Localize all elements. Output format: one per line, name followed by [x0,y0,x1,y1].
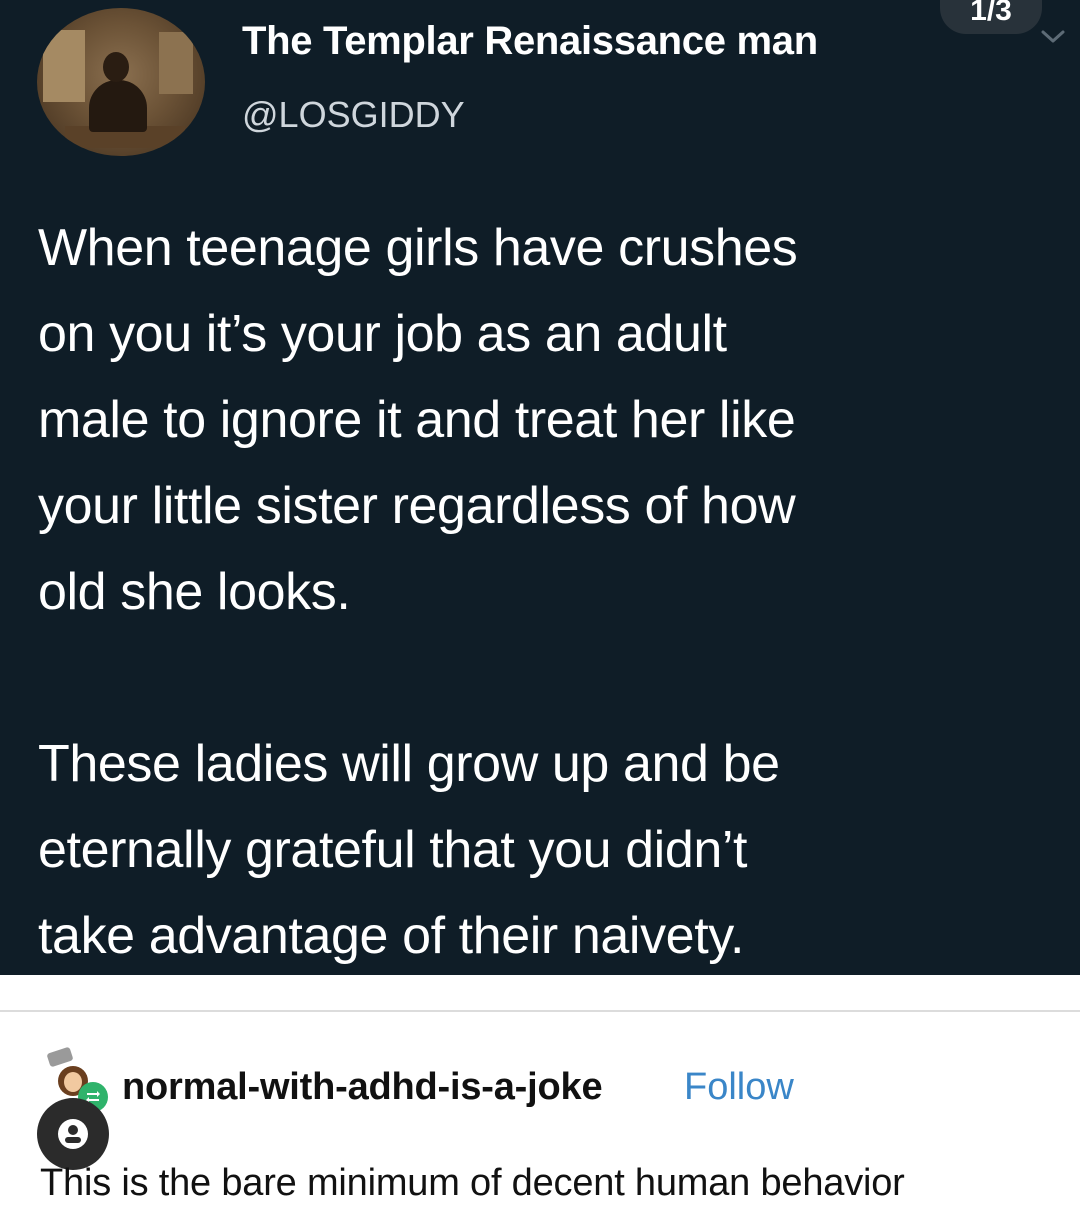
reply-username[interactable]: normal-with-adhd-is-a-joke [122,1064,603,1110]
tweet-paragraph-1: When teenage girls have crushes on you i… [38,219,798,621]
follow-button[interactable]: Follow [684,1064,794,1110]
avatar-background-left [43,30,85,102]
tweet-author-avatar[interactable] [37,8,205,156]
avatar-hat [46,1046,74,1068]
avatar-person-body [89,80,147,132]
tweet-card: The Templar Renaissance man @LOSGIDDY 1/… [0,0,1080,975]
tweet-display-name[interactable]: The Templar Renaissance man [242,16,818,66]
tweet-body: When teenage girls have crushes on you i… [38,205,1068,975]
tweet-paragraph-2: These ladies will grow up and be eternal… [38,735,780,965]
chevron-down-icon[interactable] [1040,28,1066,46]
account-icon [58,1119,88,1149]
reply-text: This is the bare minimum of decent human… [40,1162,905,1204]
avatar-background-right [159,32,193,94]
avatar-person-head [103,52,129,82]
tweet-handle[interactable]: @LOSGIDDY [242,92,465,138]
reblog-comment: normal-with-adhd-is-a-joke Follow This i… [0,1012,1080,1206]
image-counter-badge: 1/3 [940,0,1042,34]
